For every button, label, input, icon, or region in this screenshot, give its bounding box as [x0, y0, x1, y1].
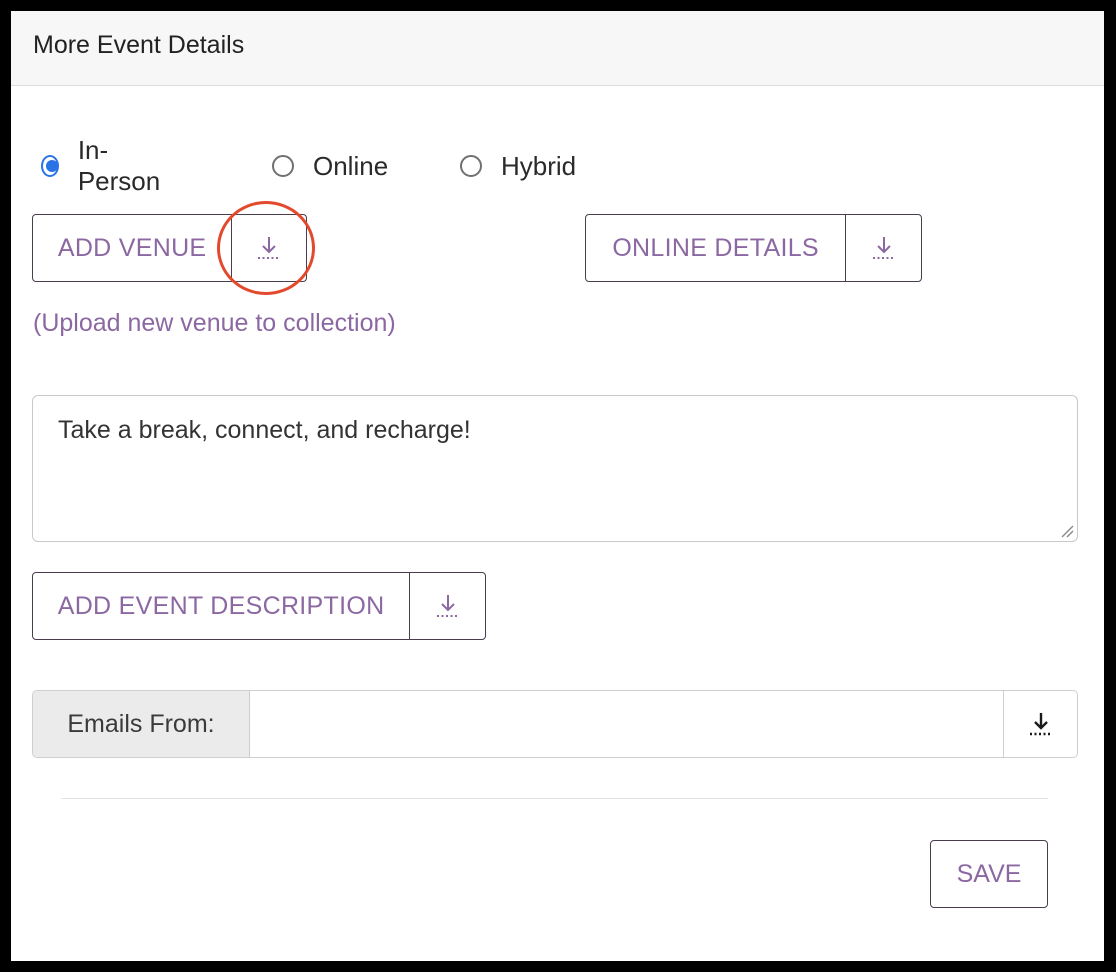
emails-from-field-group: Emails From:	[32, 690, 1078, 758]
online-details-button-group: ONLINE DETAILS	[585, 214, 922, 282]
download-icon	[1029, 713, 1052, 736]
download-icon	[436, 595, 459, 617]
resize-handle-icon[interactable]	[1060, 524, 1074, 538]
emails-from-input[interactable]	[250, 691, 1003, 757]
radio-online-label: Online	[313, 150, 389, 181]
radio-hybrid-circle[interactable]	[460, 155, 482, 177]
add-venue-button-group: ADD VENUE	[32, 214, 307, 282]
upload-venue-note[interactable]: (Upload new venue to collection)	[33, 309, 396, 338]
download-icon	[258, 237, 281, 259]
event-description-text: Take a break, connect, and recharge!	[58, 416, 471, 444]
venue-download-button[interactable]	[231, 215, 306, 281]
radio-hybrid-label: Hybrid	[501, 150, 577, 181]
online-details-button[interactable]: ONLINE DETAILS	[586, 215, 845, 281]
online-download-button[interactable]	[845, 215, 921, 281]
add-venue-button[interactable]: ADD VENUE	[33, 215, 231, 281]
radio-in-person[interactable]: In-Person	[41, 135, 164, 196]
radio-online-circle[interactable]	[272, 155, 294, 177]
event-description-textarea[interactable]: Take a break, connect, and recharge!	[32, 395, 1078, 542]
footer-divider	[61, 798, 1048, 799]
event-details-panel: More Event Details In-Person Online Hybr…	[11, 11, 1104, 961]
description-download-button[interactable]	[409, 573, 485, 639]
radio-online[interactable]: Online	[272, 151, 388, 181]
add-event-description-button[interactable]: ADD EVENT DESCRIPTION	[33, 573, 409, 639]
radio-hybrid[interactable]: Hybrid	[460, 151, 576, 181]
emails-download-button[interactable]	[1003, 691, 1077, 757]
save-button[interactable]: SAVE	[930, 840, 1048, 908]
radio-in-person-label: In-Person	[77, 135, 161, 196]
panel-header: More Event Details	[11, 11, 1104, 86]
add-description-button-group: ADD EVENT DESCRIPTION	[32, 572, 486, 640]
download-icon	[872, 237, 895, 259]
emails-from-label: Emails From:	[33, 691, 250, 757]
panel-title: More Event Details	[33, 31, 245, 59]
radio-in-person-circle[interactable]	[41, 155, 59, 177]
